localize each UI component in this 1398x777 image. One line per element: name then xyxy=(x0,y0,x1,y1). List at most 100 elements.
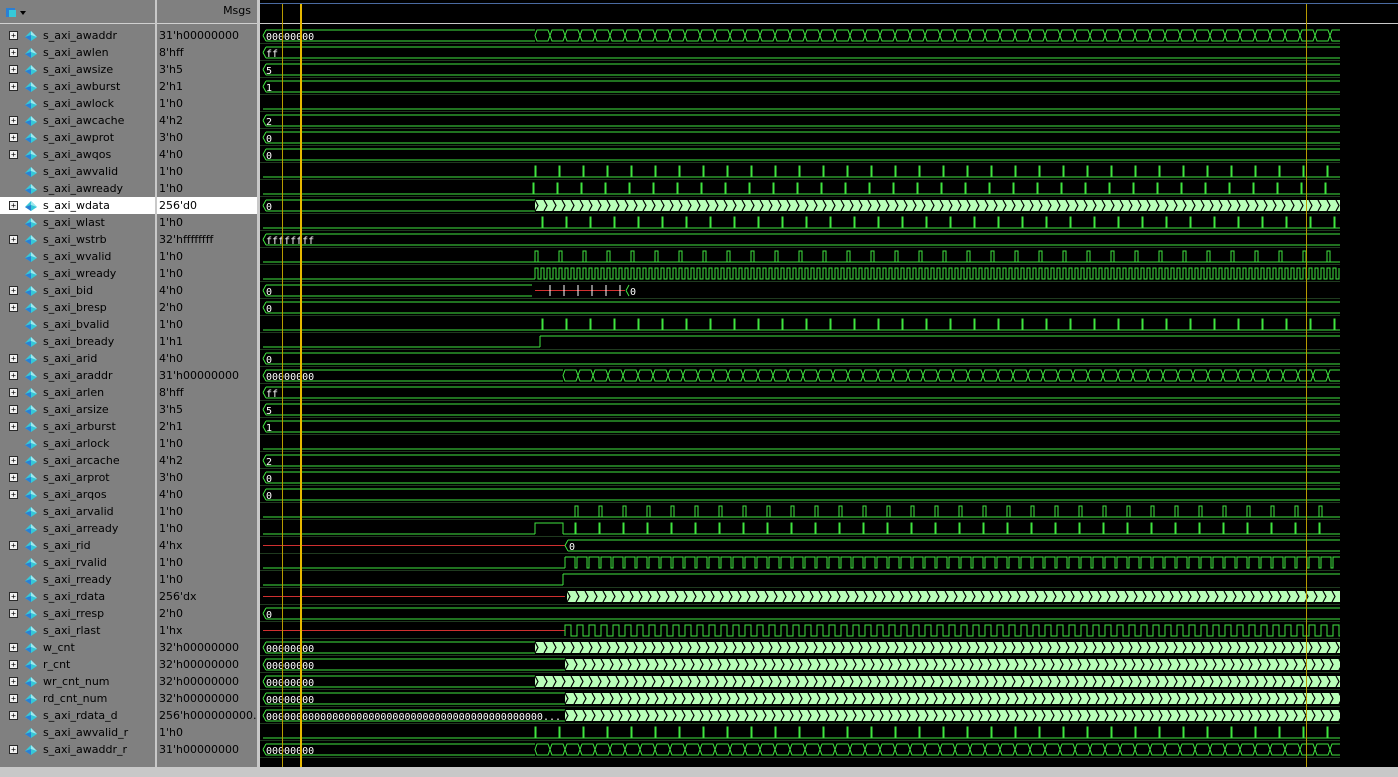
signal-row-s_axi_arsize[interactable]: + s_axi_arsize xyxy=(0,401,155,418)
pulse xyxy=(1045,216,1048,228)
signal-row-s_axi_wdata[interactable]: + s_axi_wdata xyxy=(0,197,155,214)
signal-row-s_axi_wready[interactable]: s_axi_wready xyxy=(0,265,155,282)
expand-plus-icon[interactable]: + xyxy=(9,592,18,601)
expand-plus-icon[interactable]: + xyxy=(9,405,18,414)
signal-row-s_axi_bresp[interactable]: + s_axi_bresp xyxy=(0,299,155,316)
bus-transition xyxy=(1027,369,1044,382)
waveform-pane[interactable]: 00000000 ff 5 1 2 0 0 0 ffffffff 0 0 0 0 00000000 ff 5 1… xyxy=(260,0,1398,777)
signal-row-w_cnt[interactable]: + w_cnt xyxy=(0,639,155,656)
signal-row-s_axi_awsize[interactable]: + s_axi_awsize xyxy=(0,61,155,78)
expand-plus-icon[interactable]: + xyxy=(9,116,18,125)
signal-row-s_axi_awvalid[interactable]: s_axi_awvalid xyxy=(0,163,155,180)
bus-transition xyxy=(669,29,686,42)
signal-row-s_axi_arlen[interactable]: + s_axi_arlen xyxy=(0,384,155,401)
expand-plus-icon[interactable]: + xyxy=(9,303,18,312)
signal-value: 1'h0 xyxy=(159,165,183,178)
signal-row-s_axi_awprot[interactable]: + s_axi_awprot xyxy=(0,129,155,146)
expand-plus-icon[interactable]: + xyxy=(9,150,18,159)
signal-row-s_axi_rdata_d[interactable]: + s_axi_rdata_d xyxy=(0,707,155,724)
signal-name: r_cnt xyxy=(43,658,71,671)
signal-row-s_axi_awburst[interactable]: + s_axi_awburst xyxy=(0,78,155,95)
signal-name: s_axi_arlock xyxy=(43,437,110,450)
expand-plus-icon[interactable]: + xyxy=(9,48,18,57)
signal-row-s_axi_wlast[interactable]: s_axi_wlast xyxy=(0,214,155,231)
expand-plus-icon[interactable]: + xyxy=(9,456,18,465)
pulse xyxy=(1038,726,1041,738)
expand-plus-icon[interactable]: + xyxy=(9,660,18,669)
expand-plus-icon[interactable]: + xyxy=(9,490,18,499)
expand-plus-icon[interactable]: + xyxy=(9,31,18,40)
expand-plus-icon[interactable]: + xyxy=(9,133,18,142)
signal-row-r_cnt[interactable]: + r_cnt xyxy=(0,656,155,673)
signal-row-s_axi_rready[interactable]: s_axi_rready xyxy=(0,571,155,588)
signal-row-s_axi_awcache[interactable]: + s_axi_awcache xyxy=(0,112,155,129)
pulse xyxy=(1326,726,1329,738)
signal-row-s_axi_awqos[interactable]: + s_axi_awqos xyxy=(0,146,155,163)
pulse xyxy=(766,522,769,534)
pulse xyxy=(1030,522,1033,534)
expand-plus-icon[interactable]: + xyxy=(9,286,18,295)
expand-plus-icon[interactable]: + xyxy=(9,82,18,91)
expand-plus-icon[interactable]: + xyxy=(9,711,18,720)
signal-row-s_axi_awlock[interactable]: s_axi_awlock xyxy=(0,95,155,112)
signal-row-s_axi_arcache[interactable]: + s_axi_arcache xyxy=(0,452,155,469)
bus-transition xyxy=(1164,743,1181,756)
pulse xyxy=(949,216,952,228)
expand-plus-icon[interactable]: + xyxy=(9,541,18,550)
signal-row-s_axi_awaddr[interactable]: + s_axi_awaddr xyxy=(0,27,155,44)
expand-plus-icon[interactable]: + xyxy=(9,422,18,431)
waveform-canvas[interactable]: 00000000ff512000ffffffff0 00000000000ff51… xyxy=(260,0,1398,777)
signal-row-rd_cnt_num[interactable]: + rd_cnt_num xyxy=(0,690,155,707)
expand-plus-icon[interactable]: + xyxy=(9,473,18,482)
time-cursor xyxy=(300,4,302,777)
signal-row-s_axi_rresp[interactable]: + s_axi_rresp xyxy=(0,605,155,622)
expand-plus-icon[interactable]: + xyxy=(9,745,18,754)
pulse xyxy=(750,726,753,738)
signal-row-s_axi_rlast[interactable]: s_axi_rlast xyxy=(0,622,155,639)
signal-row-s_axi_rdata[interactable]: + s_axi_rdata xyxy=(0,588,155,605)
expand-plus-icon[interactable]: + xyxy=(9,235,18,244)
expand-plus-icon[interactable]: + xyxy=(9,677,18,686)
expand-plus-icon[interactable]: + xyxy=(9,371,18,380)
signal-row-s_axi_bvalid[interactable]: s_axi_bvalid xyxy=(0,316,155,333)
signal-row-s_axi_awlen[interactable]: + s_axi_awlen xyxy=(0,44,155,61)
signal-row-s_axi_awvalid_r[interactable]: s_axi_awvalid_r xyxy=(0,724,155,741)
expand-plus-icon[interactable]: + xyxy=(9,694,18,703)
signal-row-s_axi_arlock[interactable]: s_axi_arlock xyxy=(0,435,155,452)
signal-row-s_axi_arqos[interactable]: + s_axi_arqos xyxy=(0,486,155,503)
signal-name: s_axi_awlock xyxy=(43,97,114,110)
pulse xyxy=(805,318,808,330)
expand-plus-icon[interactable]: + xyxy=(9,388,18,397)
signal-row-s_axi_arready[interactable]: s_axi_arready xyxy=(0,520,155,537)
expand-plus-icon[interactable]: + xyxy=(9,609,18,618)
wave-window-icon[interactable] xyxy=(5,6,27,19)
bus-transition xyxy=(804,743,821,756)
expand-plus-icon[interactable]: + xyxy=(9,643,18,652)
signal-row-s_axi_awaddr_r[interactable]: + s_axi_awaddr_r xyxy=(0,741,155,758)
signal-row-s_axi_wvalid[interactable]: s_axi_wvalid xyxy=(0,248,155,265)
signal-row-s_axi_arvalid[interactable]: s_axi_arvalid xyxy=(0,503,155,520)
bus-transition xyxy=(699,29,716,42)
signal-row-s_axi_arburst[interactable]: + s_axi_arburst xyxy=(0,418,155,435)
signal-row-s_axi_bready[interactable]: s_axi_bready xyxy=(0,333,155,350)
expand-plus-icon[interactable]: + xyxy=(9,201,18,210)
signal-name: s_axi_awprot xyxy=(43,131,115,144)
signal-row-s_axi_rid[interactable]: + s_axi_rid xyxy=(0,537,155,554)
pulse xyxy=(1230,250,1235,262)
signal-row-s_axi_wstrb[interactable]: + s_axi_wstrb xyxy=(0,231,155,248)
signal-row-s_axi_araddr[interactable]: + s_axi_araddr xyxy=(0,367,155,384)
signal-row-s_axi_rvalid[interactable]: s_axi_rvalid xyxy=(0,554,155,571)
bus-transition xyxy=(564,743,581,756)
expand-plus-icon[interactable]: + xyxy=(9,354,18,363)
signal-row-s_axi_awready[interactable]: s_axi_awready xyxy=(0,180,155,197)
signal-value: 4'h0 xyxy=(159,148,183,161)
signal-value: 2'h0 xyxy=(159,607,183,620)
expand-plus-icon[interactable]: + xyxy=(9,65,18,74)
signal-row-s_axi_arid[interactable]: + s_axi_arid xyxy=(0,350,155,367)
pulse xyxy=(661,318,664,330)
pulse xyxy=(916,182,919,194)
pulse xyxy=(1093,216,1096,228)
signal-row-s_axi_bid[interactable]: + s_axi_bid xyxy=(0,282,155,299)
signal-row-s_axi_arprot[interactable]: + s_axi_arprot xyxy=(0,469,155,486)
signal-row-wr_cnt_num[interactable]: + wr_cnt_num xyxy=(0,673,155,690)
